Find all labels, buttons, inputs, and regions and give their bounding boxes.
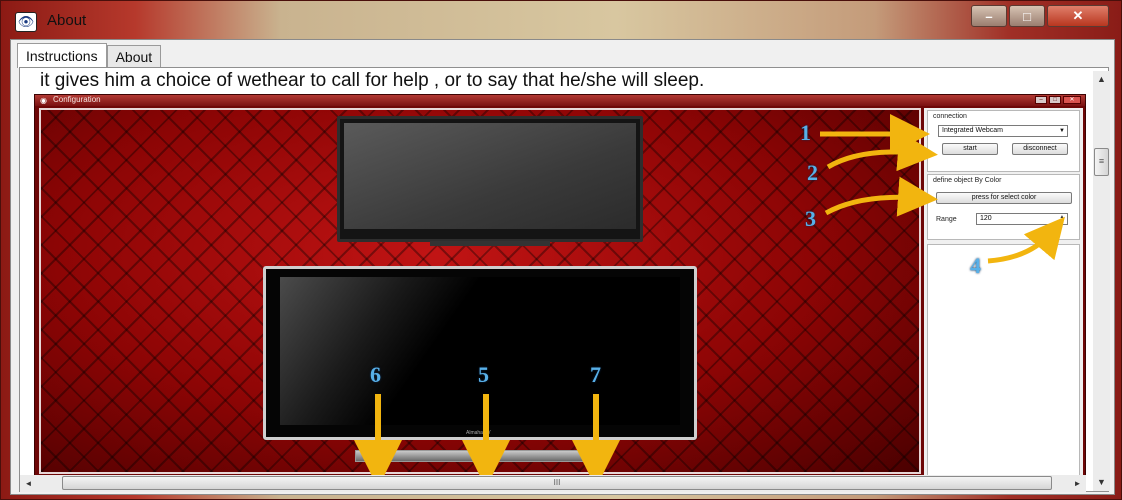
annotation-number-1: 1	[800, 120, 811, 145]
about-window: 👁 About – □ ✕ Instructions About it give…	[0, 0, 1122, 500]
arrow-2	[826, 131, 938, 172]
horizontal-scroll-thumb[interactable]: III	[62, 476, 1052, 490]
vertical-scrollbar[interactable]: ▲ ≡ ▼	[1093, 71, 1110, 491]
arrow-4	[987, 216, 1065, 264]
close-button[interactable]: ✕	[1047, 5, 1109, 27]
annotation-arrows	[354, 114, 1065, 488]
annotation-number-5: 5	[478, 362, 489, 387]
scroll-up-icon[interactable]: ▲	[1093, 71, 1110, 88]
scroll-down-icon[interactable]: ▼	[1093, 474, 1110, 491]
annotation-number-4: 4	[970, 253, 981, 278]
arrow-3	[824, 176, 938, 217]
scroll-right-icon[interactable]: ►	[1069, 475, 1086, 492]
minimize-button[interactable]: –	[971, 5, 1007, 27]
instructions-panel: it gives him a choice of wethear to call…	[19, 67, 1109, 492]
eye-app-icon: 👁	[15, 12, 37, 32]
window-controls: – □ ✕	[971, 5, 1109, 27]
annotation-number-3: 3	[805, 206, 816, 231]
horizontal-scrollbar[interactable]: ◄ III ►	[20, 475, 1086, 492]
client-area: Instructions About it gives him a choice…	[10, 39, 1115, 495]
title-bar[interactable]: 👁 About – □ ✕	[1, 1, 1121, 39]
tab-about[interactable]: About	[106, 45, 162, 67]
annotation-number-2: 2	[807, 160, 818, 185]
tab-strip: Instructions About	[17, 43, 162, 68]
vertical-scroll-thumb[interactable]: ≡	[1094, 148, 1109, 176]
maximize-button[interactable]: □	[1009, 5, 1045, 27]
annotation-number-6: 6	[370, 362, 381, 387]
annotation-number-7: 7	[590, 362, 601, 387]
tab-instructions[interactable]: Instructions	[17, 43, 107, 68]
window-title: About	[47, 12, 87, 29]
scroll-left-icon[interactable]: ◄	[20, 475, 37, 492]
